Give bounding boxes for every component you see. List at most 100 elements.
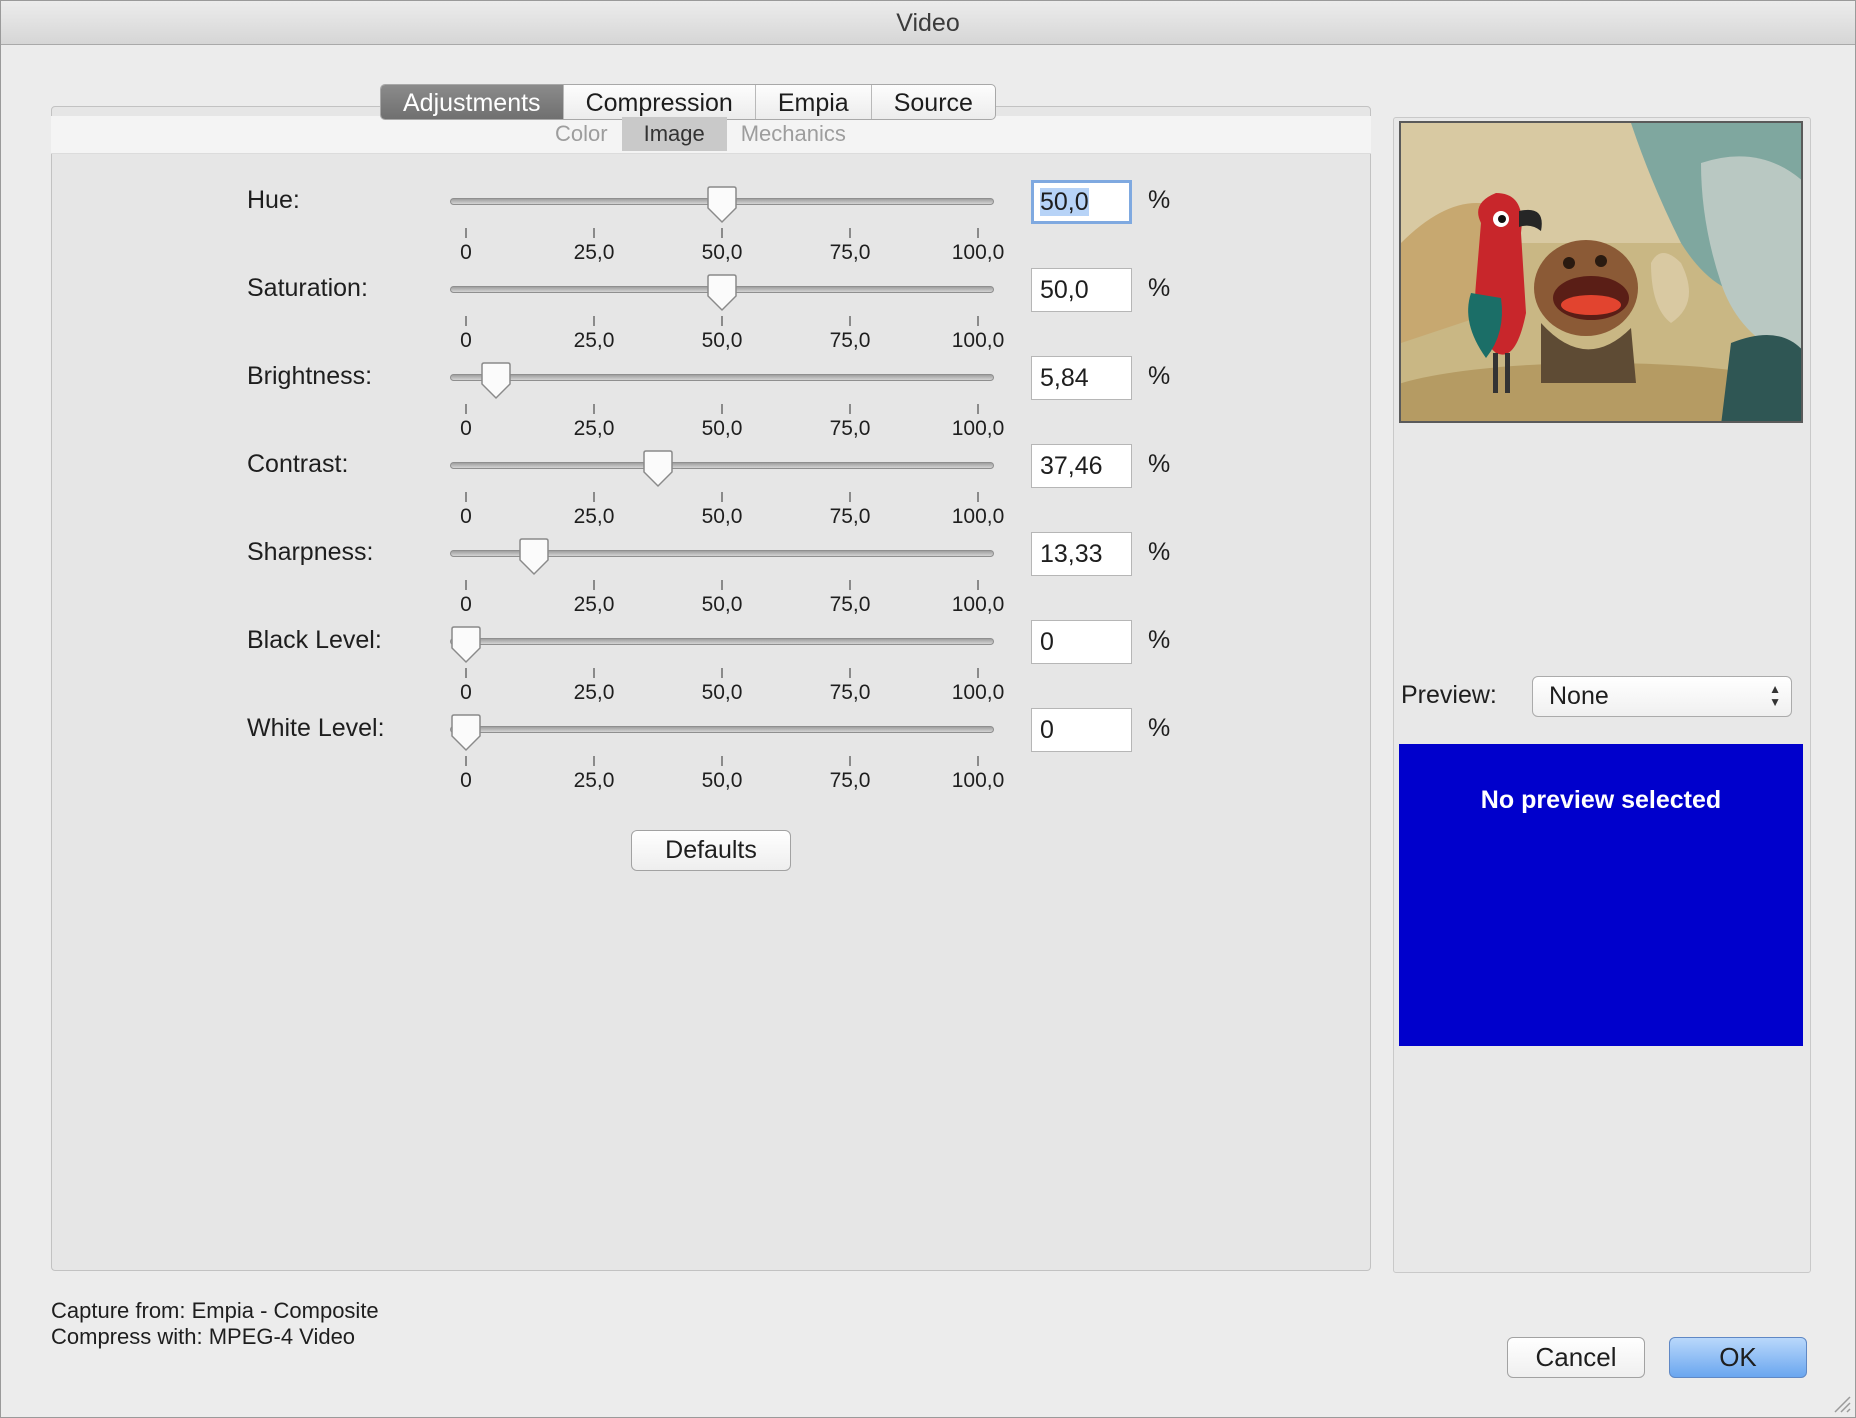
sharpness-slider-thumb[interactable] <box>517 538 551 576</box>
video-thumbnail <box>1399 121 1803 423</box>
saturation-value: 50,0 <box>1040 276 1089 304</box>
slider-tick <box>977 316 979 326</box>
white-level-value: 0 <box>1040 716 1054 744</box>
slider-tick <box>593 580 595 590</box>
slider-tick <box>465 580 467 590</box>
slider-tick <box>465 668 467 678</box>
hue-value: 50,0 <box>1040 188 1089 216</box>
subtab-mechanics[interactable]: Mechanics <box>727 117 860 151</box>
slider-tick <box>849 668 851 678</box>
tab-empia[interactable]: Empia <box>754 85 871 119</box>
slider-tick-label: 25,0 <box>573 329 615 352</box>
black-level-slider-track[interactable] <box>450 638 994 645</box>
subtab-color[interactable]: Color <box>541 117 622 151</box>
contrast-label: Contrast: <box>247 450 349 478</box>
slider-tick-label: 0 <box>460 769 472 792</box>
slider-tick-label: 100,0 <box>951 417 1005 440</box>
tab-adjustments[interactable]: Adjustments <box>381 85 563 119</box>
slider-tick <box>977 404 979 414</box>
slider-row-saturation: Saturation: 0 25,0 50,0 75,0 100,0 50,0% <box>1 268 1301 362</box>
slider-tick <box>721 316 723 326</box>
slider-tick <box>593 668 595 678</box>
subtab-bar: Color Image Mechanics <box>541 117 860 151</box>
cancel-button[interactable]: Cancel <box>1507 1337 1645 1378</box>
slider-tick <box>593 756 595 766</box>
slider-tick-label: 50,0 <box>701 681 743 704</box>
black-level-slider-thumb[interactable] <box>449 626 483 664</box>
tab-source[interactable]: Source <box>870 85 995 119</box>
brightness-value: 5,84 <box>1040 364 1089 392</box>
slider-tick <box>849 316 851 326</box>
slider-row-contrast: Contrast: 0 25,0 50,0 75,0 100,0 37,46% <box>1 444 1301 538</box>
black-level-value: 0 <box>1040 628 1054 656</box>
slider-tick <box>465 756 467 766</box>
slider-tick <box>849 492 851 502</box>
slider-tick-label: 75,0 <box>829 681 871 704</box>
slider-tick <box>721 756 723 766</box>
white-level-label: White Level: <box>247 714 385 742</box>
slider-tick-label: 100,0 <box>951 241 1005 264</box>
contrast-unit: % <box>1148 450 1171 478</box>
black-level-value-field[interactable]: 0 <box>1031 620 1132 664</box>
white-level-slider-track[interactable] <box>450 726 994 733</box>
contrast-value: 37,46 <box>1040 452 1103 480</box>
slider-tick <box>593 404 595 414</box>
preview-select[interactable]: None ▲ ▼ <box>1532 676 1792 717</box>
defaults-button[interactable]: Defaults <box>631 830 791 871</box>
saturation-label: Saturation: <box>247 274 368 302</box>
slider-tick-label: 50,0 <box>701 593 743 616</box>
slider-tick-label: 0 <box>460 593 472 616</box>
window-title: Video <box>1 1 1855 45</box>
slider-tick-label: 100,0 <box>951 681 1005 704</box>
hue-label: Hue: <box>247 186 300 214</box>
preview-select-value: None <box>1549 682 1609 710</box>
slider-tick-label: 25,0 <box>573 681 615 704</box>
saturation-unit: % <box>1148 274 1171 302</box>
hue-value-field[interactable]: 50,0 <box>1031 180 1132 224</box>
contrast-slider-track[interactable] <box>450 462 994 469</box>
brightness-value-field[interactable]: 5,84 <box>1031 356 1132 400</box>
white-level-slider-thumb[interactable] <box>449 714 483 752</box>
slider-tick-label: 50,0 <box>701 241 743 264</box>
slider-tick-label: 75,0 <box>829 417 871 440</box>
video-frame-image <box>1401 123 1801 421</box>
slider-tick <box>465 492 467 502</box>
updown-arrows-icon: ▲ ▼ <box>1769 682 1781 709</box>
slider-tick-label: 100,0 <box>951 505 1005 528</box>
slider-tick <box>465 228 467 238</box>
contrast-slider-thumb[interactable] <box>641 450 675 488</box>
ok-button[interactable]: OK <box>1669 1337 1807 1378</box>
subtab-image[interactable]: Image <box>621 117 727 151</box>
slider-tick <box>721 404 723 414</box>
preview-message: No preview selected <box>1480 786 1722 814</box>
slider-row-brightness: Brightness: 0 25,0 50,0 75,0 100,0 5,84% <box>1 356 1301 450</box>
tab-compression[interactable]: Compression <box>562 85 755 119</box>
slider-tick-label: 75,0 <box>829 329 871 352</box>
slider-tick-label: 0 <box>460 329 472 352</box>
slider-tick-label: 100,0 <box>951 769 1005 792</box>
sharpness-label: Sharpness: <box>247 538 374 566</box>
slider-tick <box>721 492 723 502</box>
status-text: Capture from: Empia - Composite Compress… <box>51 1298 379 1350</box>
contrast-value-field[interactable]: 37,46 <box>1031 444 1132 488</box>
slider-tick-label: 0 <box>460 505 472 528</box>
slider-tick-label: 75,0 <box>829 241 871 264</box>
slider-tick <box>593 492 595 502</box>
resize-grip-icon[interactable] <box>1831 1393 1851 1413</box>
hue-slider-thumb[interactable] <box>705 186 739 224</box>
slider-tick-label: 75,0 <box>829 505 871 528</box>
brightness-label: Brightness: <box>247 362 373 390</box>
white-level-value-field[interactable]: 0 <box>1031 708 1132 752</box>
slider-tick-label: 0 <box>460 681 472 704</box>
slider-tick-label: 100,0 <box>951 329 1005 352</box>
slider-tick <box>977 228 979 238</box>
brightness-slider-thumb[interactable] <box>479 362 513 400</box>
slider-row-sharpness: Sharpness: 0 25,0 50,0 75,0 100,0 13,33% <box>1 532 1301 626</box>
slider-tick <box>977 492 979 502</box>
slider-tick-label: 50,0 <box>701 329 743 352</box>
hue-unit: % <box>1148 186 1171 214</box>
saturation-slider-thumb[interactable] <box>705 274 739 312</box>
sharpness-value-field[interactable]: 13,33 <box>1031 532 1132 576</box>
brightness-slider-track[interactable] <box>450 374 994 381</box>
saturation-value-field[interactable]: 50,0 <box>1031 268 1132 312</box>
